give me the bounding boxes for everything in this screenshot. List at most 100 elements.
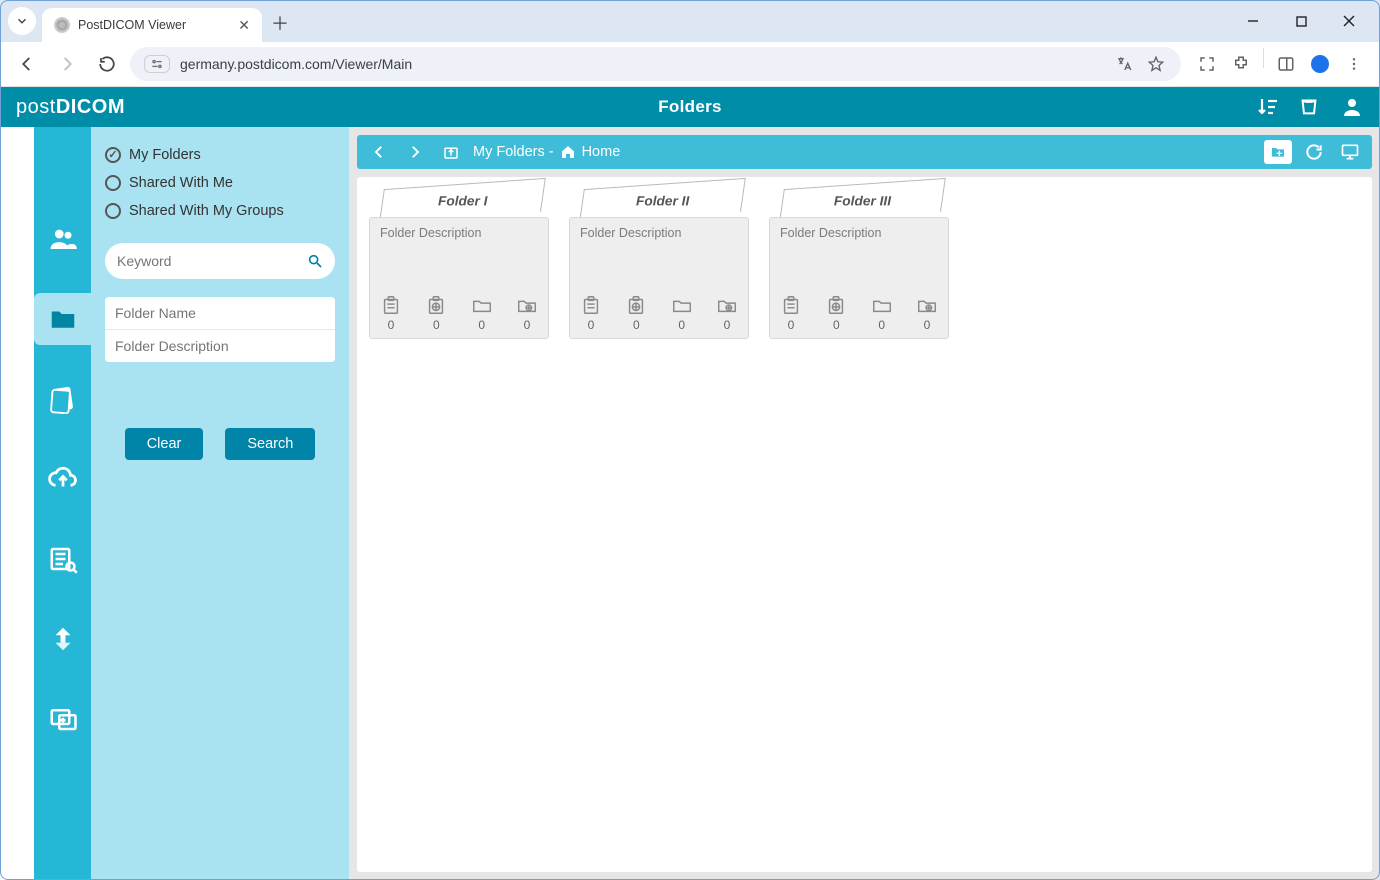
folder-stats: 0 0 0 0 [580, 288, 738, 332]
new-tab-button[interactable]: ＋ [266, 9, 294, 37]
folder-body: Folder Description 0 0 0 0 [369, 217, 549, 339]
folder-filter-inputs [105, 297, 335, 362]
brand: postDICOM [16, 96, 125, 119]
stat-count: 0 [788, 318, 795, 332]
keyword-input[interactable] [117, 253, 307, 269]
rail-users[interactable] [34, 213, 91, 265]
folder-stat: 0 [825, 294, 847, 332]
folder-stat: 0 [380, 294, 402, 332]
crumb-root: My Folders - [473, 144, 554, 160]
stat-count: 0 [388, 318, 395, 332]
folder-name-input[interactable] [105, 297, 335, 330]
folder-stat: 0 [780, 294, 802, 332]
folder-stat: 0 [871, 294, 893, 332]
trash-icon[interactable] [1298, 95, 1322, 119]
folder-stat: 0 [625, 294, 647, 332]
breadcrumb[interactable]: My Folders - Home [473, 144, 620, 160]
rail-worklist[interactable] [34, 533, 91, 585]
tab-search-button[interactable] [8, 7, 36, 35]
app-header: postDICOM Folders [0, 87, 1380, 127]
rail-folders[interactable] [34, 293, 91, 345]
crumb-home: Home [582, 144, 621, 160]
stat-count: 0 [678, 318, 685, 332]
folder-name: Folder III [834, 194, 891, 209]
browser-chrome: PostDICOM Viewer ✕ ＋ germany.postdicom.c… [0, 0, 1380, 87]
scope-shared-with-me[interactable]: Shared With Me [105, 175, 335, 191]
extensions-icon[interactable] [1225, 48, 1257, 80]
rail-sync[interactable] [34, 613, 91, 665]
browser-tab[interactable]: PostDICOM Viewer ✕ [42, 8, 262, 42]
tab-strip: PostDICOM Viewer ✕ ＋ [0, 0, 1380, 42]
scope-label: My Folders [129, 147, 201, 163]
folder-desc-input[interactable] [105, 330, 335, 362]
presentation-icon[interactable] [1336, 138, 1364, 166]
main-area: My Folders - Home Folder I Folder Descrip… [349, 127, 1380, 880]
refresh-icon[interactable] [1300, 138, 1328, 166]
folder-stat: 0 [471, 294, 493, 332]
scope-label: Shared With Me [129, 175, 233, 191]
folder-stats: 0 0 0 0 [380, 288, 538, 332]
folder-name: Folder II [636, 194, 689, 209]
rail-share[interactable] [34, 693, 91, 745]
app: postDICOM Folders My Folders [0, 87, 1380, 880]
profile-button[interactable] [1304, 48, 1336, 80]
search-icon[interactable] [307, 253, 323, 269]
sidepanel-icon[interactable] [1270, 48, 1302, 80]
nav-forward-icon[interactable] [401, 138, 429, 166]
scope-shared-with-groups[interactable]: Shared With My Groups [105, 203, 335, 219]
folder-stat: 0 [671, 294, 693, 332]
stat-count: 0 [588, 318, 595, 332]
header-actions [1256, 95, 1364, 119]
folder-card[interactable]: Folder IIIFolder Description0000 [769, 189, 949, 339]
address-bar[interactable]: germany.postdicom.com/Viewer/Main [130, 47, 1181, 81]
stat-count: 0 [633, 318, 640, 332]
window-maximize-button[interactable] [1278, 5, 1324, 37]
search-button[interactable]: Search [225, 428, 315, 460]
fullscreen-icon[interactable] [1191, 48, 1223, 80]
new-folder-button[interactable] [1264, 140, 1292, 164]
url-text: germany.postdicom.com/Viewer/Main [180, 56, 1103, 72]
nav-back-icon[interactable] [365, 138, 393, 166]
favicon-icon [54, 17, 70, 33]
folder-name: Folder I [438, 194, 488, 209]
window-minimize-button[interactable] [1230, 5, 1276, 37]
stat-count: 0 [724, 318, 731, 332]
folder-card[interactable]: Folder I Folder Description 0 0 0 0 [369, 189, 549, 339]
folder-stat: 0 [425, 294, 447, 332]
tab-title: PostDICOM Viewer [78, 18, 230, 32]
rail-upload[interactable] [34, 453, 91, 505]
scope-my-folders[interactable]: My Folders [105, 147, 335, 163]
stat-count: 0 [878, 318, 885, 332]
folder-stat: 0 [580, 294, 602, 332]
keyword-search[interactable] [105, 243, 335, 279]
folder-scope-list: My Folders Shared With Me Shared With My… [105, 147, 335, 219]
nav-rail [34, 127, 91, 880]
nav-reload-button[interactable] [90, 47, 124, 81]
folder-card[interactable]: Folder IIFolder Description0000 [569, 189, 749, 339]
nav-up-icon[interactable] [437, 138, 465, 166]
nav-back-button[interactable] [10, 47, 44, 81]
rail-studies[interactable] [34, 373, 91, 425]
kebab-menu-button[interactable] [1338, 48, 1370, 80]
clear-button[interactable]: Clear [125, 428, 204, 460]
address-row: germany.postdicom.com/Viewer/Main [0, 42, 1380, 86]
radio-unchecked-icon [105, 203, 121, 219]
translate-icon[interactable] [1113, 53, 1135, 75]
site-settings-icon[interactable] [144, 55, 170, 73]
folder-description: Folder Description [380, 226, 538, 240]
window-close-button[interactable] [1326, 5, 1372, 37]
folder-stat: 0 [516, 294, 538, 332]
folder-toolbar: My Folders - Home [357, 135, 1372, 169]
close-icon[interactable]: ✕ [238, 17, 250, 34]
nav-forward-button[interactable] [50, 47, 84, 81]
radio-checked-icon [105, 147, 121, 163]
folder-stats: 0000 [780, 288, 938, 332]
bookmark-star-icon[interactable] [1145, 53, 1167, 75]
stat-count: 0 [478, 318, 485, 332]
sort-icon[interactable] [1256, 95, 1280, 119]
folder-stat: 0 [716, 294, 738, 332]
stat-count: 0 [833, 318, 840, 332]
stat-count: 0 [433, 318, 440, 332]
user-icon[interactable] [1340, 95, 1364, 119]
radio-unchecked-icon [105, 175, 121, 191]
